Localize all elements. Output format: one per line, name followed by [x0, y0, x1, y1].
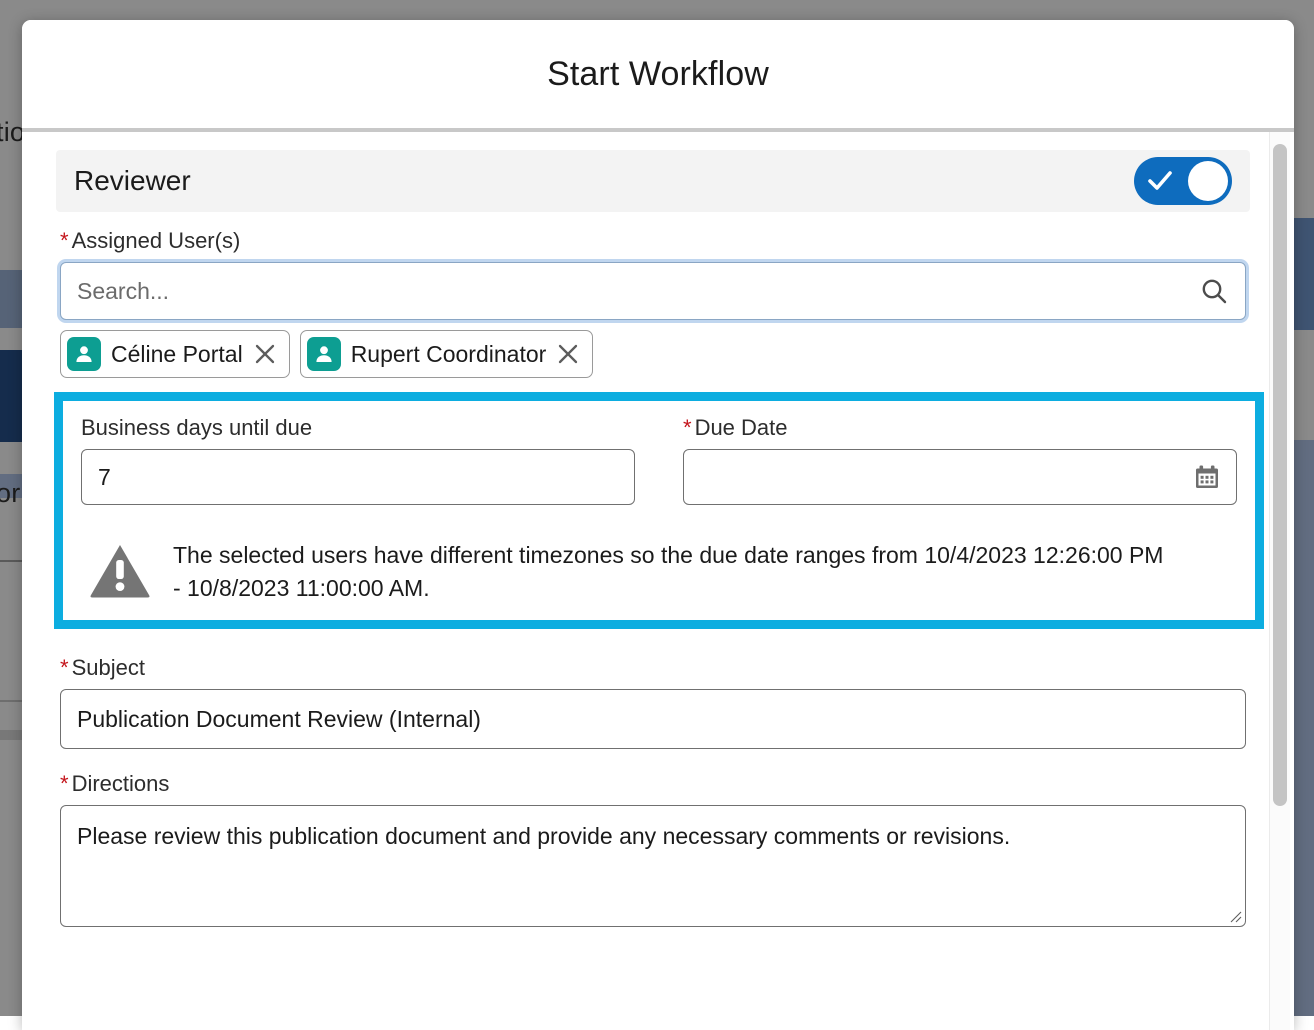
modal-scrollbar-thumb[interactable] — [1273, 144, 1287, 806]
selected-users-chips: Céline Portal Rupert — [60, 330, 1246, 378]
required-marker: * — [60, 655, 69, 680]
reviewer-section-header: Reviewer — [56, 150, 1250, 212]
user-avatar-icon — [67, 337, 101, 371]
subject-input[interactable]: Publication Document Review (Internal) — [60, 689, 1246, 749]
business-days-label: Business days until due — [81, 415, 635, 441]
timezone-warning-text: The selected users have different timezo… — [173, 539, 1173, 604]
business-days-field: Business days until due 7 — [81, 415, 635, 505]
warning-triangle-icon — [89, 543, 151, 599]
user-chip[interactable]: Céline Portal — [60, 330, 290, 378]
modal-scrollbar[interactable] — [1269, 132, 1290, 1030]
required-marker: * — [60, 228, 69, 253]
due-date-input[interactable] — [683, 449, 1237, 505]
search-icon[interactable] — [1199, 276, 1229, 306]
user-chip-label: Rupert Coordinator — [351, 341, 547, 368]
close-icon[interactable] — [556, 342, 580, 366]
bg-block — [1292, 218, 1314, 330]
modal-header: Start Workflow — [22, 20, 1294, 128]
bg-text-fragment: or — [0, 478, 20, 509]
directions-label-text: Directions — [72, 771, 170, 796]
business-days-value: 7 — [98, 464, 618, 491]
check-icon — [1148, 170, 1172, 192]
bg-block — [1292, 330, 1314, 440]
start-workflow-modal: Start Workflow Reviewer *Assigned User(s… — [22, 20, 1294, 1030]
directions-label: *Directions — [60, 771, 1246, 797]
due-date-field: *Due Date — [683, 415, 1237, 505]
subject-label: *Subject — [60, 655, 1246, 681]
assigned-users-label: *Assigned User(s) — [60, 228, 1246, 254]
assigned-users-field: *Assigned User(s) Search... — [56, 228, 1250, 378]
modal-body: Reviewer *Assigned User(s) Search... — [22, 132, 1294, 1030]
due-date-label: *Due Date — [683, 415, 1237, 441]
directions-value: Please review this publication document … — [77, 823, 1010, 849]
search-placeholder: Search... — [77, 278, 1199, 305]
page-title: Start Workflow — [547, 55, 769, 94]
background-app-sliver-right — [1292, 0, 1314, 1016]
due-date-label-text: Due Date — [695, 415, 788, 440]
subject-label-text: Subject — [72, 655, 145, 680]
subject-value: Publication Document Review (Internal) — [77, 706, 1229, 733]
resize-handle-icon[interactable] — [1228, 909, 1242, 923]
assigned-users-label-text: Assigned User(s) — [72, 228, 241, 253]
bg-block — [1292, 440, 1314, 1016]
required-marker: * — [683, 415, 692, 440]
directions-textarea[interactable]: Please review this publication document … — [60, 805, 1246, 927]
search-input[interactable]: Search... — [60, 262, 1246, 320]
user-chip[interactable]: Rupert Coordinator — [300, 330, 594, 378]
subject-field: *Subject Publication Document Review (In… — [56, 655, 1250, 749]
user-chip-label: Céline Portal — [111, 341, 243, 368]
user-avatar-icon — [307, 337, 341, 371]
business-days-input[interactable]: 7 — [81, 449, 635, 505]
calendar-icon[interactable] — [1194, 464, 1220, 490]
due-date-highlight-region: Business days until due 7 *Due Date — [54, 392, 1264, 629]
close-icon[interactable] — [253, 342, 277, 366]
required-marker: * — [60, 771, 69, 796]
directions-field: *Directions Please review this publicati… — [56, 771, 1250, 927]
reviewer-enabled-toggle[interactable] — [1134, 157, 1232, 205]
toggle-knob — [1188, 161, 1228, 201]
section-title: Reviewer — [74, 165, 191, 197]
timezone-warning: The selected users have different timezo… — [81, 539, 1237, 604]
